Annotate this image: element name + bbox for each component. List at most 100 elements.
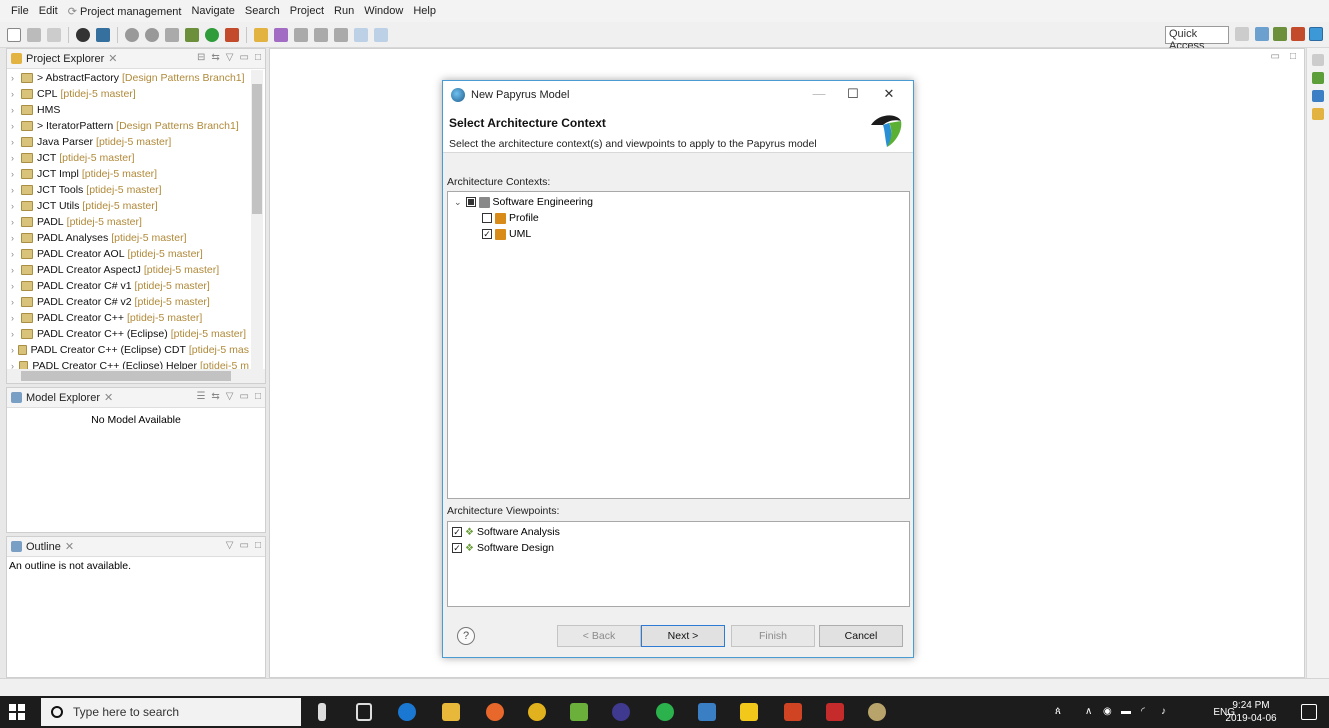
diamond-icon[interactable] [1312, 90, 1324, 102]
chevron-right-icon[interactable]: › [11, 73, 21, 83]
perspective-debug-icon[interactable] [1273, 27, 1287, 41]
menu-help[interactable]: Help [408, 5, 441, 17]
window-close-button[interactable]: ✕ [879, 86, 899, 102]
chevron-right-icon[interactable]: › [11, 249, 21, 259]
view-menu-icon[interactable]: ▽ [226, 52, 234, 63]
window-minimize-button[interactable]: — [809, 86, 829, 101]
project-tree-item[interactable]: › JCT [ptidej-5 master] [7, 150, 249, 166]
project-tree-item[interactable]: › > IteratorPattern [Design Patterns Branc… [7, 118, 249, 134]
chevron-right-icon[interactable]: › [11, 153, 21, 163]
view-menu-icon[interactable]: ▽ [226, 540, 234, 551]
volume-icon[interactable]: ♪ [1161, 706, 1173, 718]
project-tree-item[interactable]: › PADL Analyses [ptidej-5 master] [7, 230, 249, 246]
project-tree-item[interactable]: › PADL Creator C++ (Eclipse) [ptidej-5 mas… [7, 326, 249, 342]
chevron-right-icon[interactable]: › [11, 105, 21, 115]
viewpoint-software-analysis[interactable]: ✓ ❖ Software Analysis [448, 524, 909, 540]
menu-project[interactable]: Project [285, 5, 329, 17]
open-perspective-icon[interactable] [1235, 27, 1249, 41]
back-button[interactable]: < Back [557, 625, 641, 647]
menu-window[interactable]: Window [359, 5, 408, 17]
chevron-right-icon[interactable]: › [11, 185, 21, 195]
editor-minimize-icon[interactable]: ▭ [1271, 51, 1280, 62]
chevron-right-icon[interactable]: › [11, 89, 21, 99]
minimize-icon[interactable]: ▭ [240, 52, 249, 63]
cancel-button[interactable]: Cancel [819, 625, 903, 647]
software-engineering-checkbox[interactable] [465, 197, 476, 207]
new-icon[interactable] [7, 27, 21, 42]
project-tree-item[interactable]: › PADL Creator C# v2 [ptidej-5 master] [7, 294, 249, 310]
task-view-icon[interactable] [356, 703, 372, 721]
menu-edit[interactable]: Edit [34, 5, 63, 17]
project-tree-item[interactable]: › PADL Creator C++ [ptidej-5 master] [7, 310, 249, 326]
chevron-right-icon[interactable]: › [11, 345, 18, 355]
context-uml[interactable]: ✓ UML [448, 226, 909, 242]
acrobat-icon[interactable] [826, 703, 844, 721]
finish-button[interactable]: Finish [731, 625, 815, 647]
chevron-right-icon[interactable]: › [11, 281, 21, 291]
battery-icon[interactable]: ▬ [1121, 706, 1133, 718]
close-icon[interactable]: ✕ [108, 52, 117, 65]
powerpoint-icon[interactable] [784, 703, 802, 721]
perspective-git-icon[interactable] [1291, 27, 1305, 41]
project-tree-item[interactable]: › PADL [ptidej-5 master] [7, 214, 249, 230]
firefox-icon[interactable] [486, 703, 504, 721]
close-icon[interactable]: ✕ [104, 391, 113, 404]
collapse-all-icon[interactable]: ⊟ [197, 52, 205, 63]
menu-file[interactable]: File [6, 5, 34, 17]
project-tree-item[interactable]: › HMS [7, 102, 249, 118]
record-icon[interactable]: ◉ [1103, 706, 1115, 718]
save-all-icon[interactable] [47, 27, 61, 42]
run-icon[interactable] [205, 27, 219, 42]
chevron-right-icon[interactable]: › [11, 265, 21, 275]
chevron-right-icon[interactable]: › [11, 201, 21, 211]
chevron-down-icon[interactable]: ⌄ [454, 197, 462, 208]
calculator-icon[interactable] [698, 703, 716, 721]
chevron-right-icon[interactable]: › [11, 233, 21, 243]
uml-checkbox[interactable]: ✓ [482, 229, 492, 239]
view-menu-icon[interactable]: ▽ [226, 391, 234, 402]
context-software-engineering[interactable]: ⌄ Software Engineering [448, 194, 909, 210]
debug-icon[interactable] [125, 27, 139, 42]
terminal-icon[interactable] [96, 27, 110, 42]
project-tree-item[interactable]: › JCT Impl [ptidej-5 master] [7, 166, 249, 182]
chevron-up-icon[interactable]: ∧ [1085, 706, 1097, 718]
profile-checkbox[interactable] [482, 213, 492, 223]
scrollbar-thumb[interactable] [252, 84, 262, 214]
chevron-right-icon[interactable]: › [11, 297, 21, 307]
clock-date[interactable]: 2019-04-06 [1221, 713, 1281, 724]
quick-access-input[interactable]: Quick Access [1165, 26, 1229, 52]
external-tools-icon[interactable] [225, 27, 239, 42]
prev-annotation-icon[interactable] [334, 27, 348, 42]
minimize-icon[interactable]: ▭ [240, 391, 249, 402]
menu-project-management[interactable]: ⟳ Project management [63, 5, 187, 18]
project-tree-item[interactable]: › PADL Creator C++ (Eclipse) Helper [ptide… [7, 358, 249, 369]
next-button[interactable]: Next > [641, 625, 725, 647]
maximize-icon[interactable]: □ [255, 391, 261, 402]
bug-icon[interactable] [185, 27, 199, 42]
tools-icon[interactable] [165, 27, 179, 42]
close-icon[interactable]: ✕ [65, 540, 74, 553]
project-tree-item[interactable]: › PADL Creator C++ (Eclipse) CDT [ptidej-5… [7, 342, 249, 358]
next-annotation-icon[interactable] [314, 27, 328, 42]
save-icon[interactable] [27, 27, 41, 42]
project-tree-item[interactable]: › JCT Tools [ptidej-5 master] [7, 182, 249, 198]
edge-icon[interactable] [398, 703, 416, 721]
perspective-papyrus-icon[interactable] [1309, 27, 1323, 41]
menu-search[interactable]: Search [240, 5, 285, 17]
context-profile[interactable]: Profile [448, 210, 909, 226]
software-design-checkbox[interactable]: ✓ [452, 543, 462, 553]
check-icon[interactable] [1312, 72, 1324, 84]
annotation-icon[interactable] [294, 27, 308, 42]
perspective-java-icon[interactable] [1255, 27, 1269, 41]
settings-gear-icon[interactable] [868, 703, 886, 721]
link-icon[interactable]: ⇆ [211, 391, 219, 402]
file-explorer-icon[interactable] [442, 703, 460, 721]
project-tree-item[interactable]: › PADL Creator AOL [ptidej-5 master] [7, 246, 249, 262]
filter-icon[interactable]: ☰ [196, 391, 205, 402]
link-editor-icon[interactable]: ⇆ [211, 52, 219, 63]
help-icon[interactable]: ? [457, 627, 475, 645]
chevron-right-icon[interactable]: › [11, 137, 21, 147]
settings-icon[interactable] [76, 27, 90, 42]
paint-icon[interactable] [570, 703, 588, 721]
taskbar-search-box[interactable]: Type here to search [41, 698, 301, 726]
